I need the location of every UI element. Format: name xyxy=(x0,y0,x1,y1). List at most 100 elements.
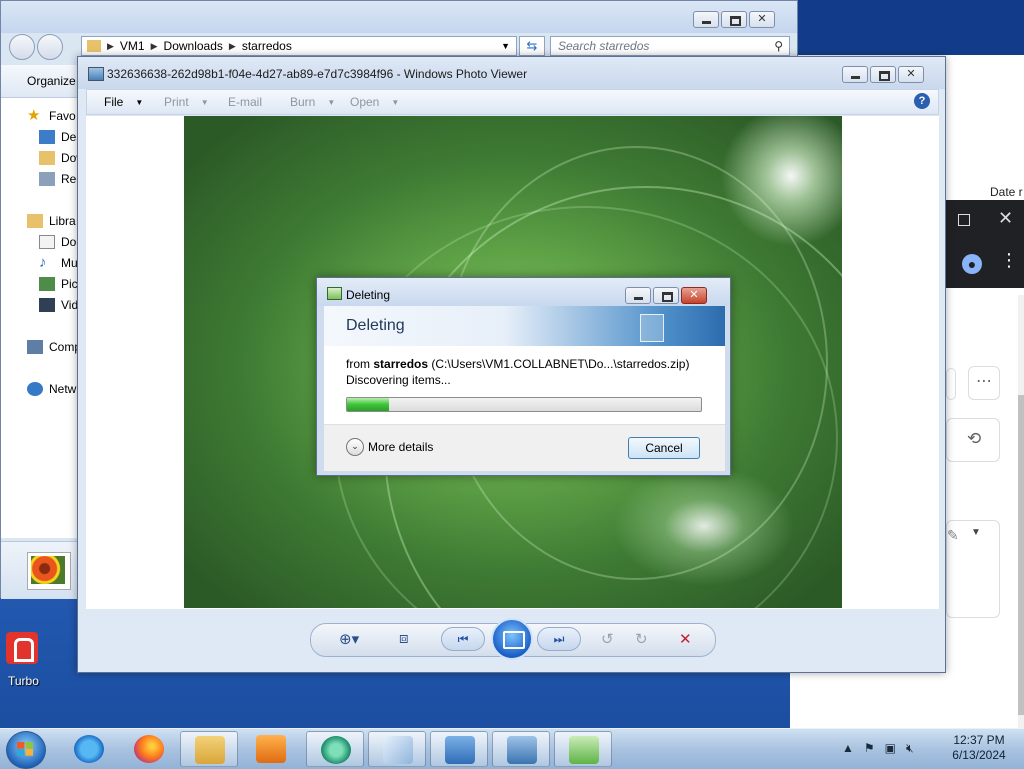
history-button[interactable]: ⟲ xyxy=(946,418,1000,462)
close-icon[interactable] xyxy=(681,287,707,304)
caret-down-icon: ▼ xyxy=(327,97,336,107)
show-hidden-icons-icon[interactable]: ▲ xyxy=(842,741,854,756)
videos-icon xyxy=(39,298,55,312)
start-button[interactable] xyxy=(6,731,46,769)
taskbar-media-player[interactable] xyxy=(242,731,300,767)
chevron-right-icon[interactable]: ▶ xyxy=(229,41,236,52)
nav-item-libraries[interactable]: Libra xyxy=(27,211,76,231)
taskbar-firefox[interactable] xyxy=(120,731,178,767)
forward-button[interactable] xyxy=(37,34,63,60)
taskbar-app-green[interactable] xyxy=(306,731,364,767)
kebab-menu-icon[interactable]: ⋮ xyxy=(1000,250,1018,271)
source-name: starredos xyxy=(373,357,429,371)
app-shortcut-icon xyxy=(6,632,38,664)
search-input[interactable]: Search starredos ⚲ xyxy=(550,36,790,56)
browser-dark-toolbar: ✕ ● ⋮ xyxy=(946,200,1024,288)
search-icon[interactable]: ⚲ xyxy=(774,37,783,55)
recycle-bin-icon xyxy=(640,314,664,342)
minimize-icon[interactable] xyxy=(693,11,719,28)
address-dropdown-icon[interactable]: ▼ xyxy=(501,41,510,51)
print-menu[interactable]: Print ▼ xyxy=(164,95,209,109)
nav-item-desktop[interactable]: Des xyxy=(39,127,82,147)
date-column-header[interactable]: Date r xyxy=(990,185,1023,199)
maximize-icon[interactable] xyxy=(958,214,970,226)
computer-icon xyxy=(27,340,43,354)
window-title: 332636638-262d98b1-f04e-4d27-ab89-e7d7c3… xyxy=(107,67,528,81)
nav-item-network[interactable]: Netw xyxy=(27,379,76,399)
slideshow-button[interactable] xyxy=(491,618,533,660)
previous-button[interactable]: ⏮ xyxy=(441,627,485,651)
help-icon[interactable]: ? xyxy=(914,93,930,109)
chevron-down-icon: ⌄ xyxy=(346,438,364,456)
browser-scrollbar-thumb[interactable] xyxy=(1018,395,1024,715)
more-details-toggle[interactable]: ⌄ More details xyxy=(346,438,433,456)
rotate-right-icon[interactable]: ↻ xyxy=(635,630,648,648)
account-avatar-icon[interactable]: ● xyxy=(962,254,982,274)
downloads-icon xyxy=(39,151,55,165)
photo-viewer-window-controls xyxy=(842,66,924,83)
burn-menu[interactable]: Burn ▼ xyxy=(290,95,335,109)
maximize-icon[interactable] xyxy=(721,11,747,28)
chevron-right-icon[interactable]: ▶ xyxy=(151,41,158,52)
next-button[interactable]: ⏭ xyxy=(537,627,581,651)
organize-button[interactable]: Organize xyxy=(27,74,76,88)
action-center-flag-icon[interactable]: ⚑ xyxy=(864,741,875,756)
folder-icon xyxy=(195,736,225,764)
delete-icon[interactable]: ✕ xyxy=(679,630,692,648)
maximize-icon[interactable] xyxy=(653,287,679,304)
nav-item-recent[interactable]: Rec xyxy=(39,169,82,189)
clock-date: 6/13/2024 xyxy=(952,748,1006,762)
nav-item-music[interactable]: ♪ Mu xyxy=(39,253,78,273)
cancel-button[interactable]: Cancel xyxy=(628,437,700,459)
taskbar-file-operation[interactable] xyxy=(554,731,612,767)
open-menu[interactable]: Open ▼ xyxy=(350,95,399,109)
nav-item-videos[interactable]: Vid xyxy=(39,295,78,315)
maximize-icon[interactable] xyxy=(870,66,896,83)
taskbar-explorer[interactable] xyxy=(180,731,238,767)
file-operation-icon xyxy=(569,736,599,764)
refresh-button[interactable]: ⇆ xyxy=(519,36,545,56)
taskbar-internet-explorer[interactable] xyxy=(60,731,118,767)
email-menu[interactable]: E-mail xyxy=(228,95,262,109)
actual-size-icon[interactable]: ⧈ xyxy=(399,630,409,647)
close-icon[interactable] xyxy=(749,11,775,28)
progress-bar xyxy=(346,397,702,412)
close-icon[interactable] xyxy=(898,66,924,83)
photo-viewer-icon xyxy=(507,736,537,764)
explorer-titlebar[interactable] xyxy=(1,1,797,33)
caret-down-icon: ▼ xyxy=(391,97,400,107)
nav-item-computer[interactable]: Comp xyxy=(27,337,81,357)
rotate-left-icon[interactable]: ↺ xyxy=(601,630,614,648)
desktop-shortcut[interactable]: Turbo xyxy=(0,632,42,702)
taskbar-clock[interactable]: 12:37 PM 6/13/2024 xyxy=(944,733,1014,763)
taskbar-app-notepad[interactable] xyxy=(368,731,426,767)
more-horizontal-icon: ⋯ xyxy=(976,373,992,390)
notepad-icon xyxy=(383,736,413,764)
nav-item-pictures[interactable]: Pict xyxy=(39,274,81,294)
next-icon: ⏭ xyxy=(553,632,565,646)
nav-item-favorites[interactable]: ★ Favo xyxy=(27,106,76,126)
minimize-icon[interactable] xyxy=(842,66,868,83)
file-thumbnail[interactable] xyxy=(27,552,71,590)
more-options-button[interactable]: ⋯ xyxy=(968,366,1000,400)
app-play-icon xyxy=(321,736,351,764)
minimize-icon[interactable] xyxy=(625,287,651,304)
close-icon[interactable]: ✕ xyxy=(998,208,1013,229)
network-tray-icon[interactable]: ▣ xyxy=(885,741,896,756)
address-bar[interactable]: ▶ VM1 ▶ Downloads ▶ starredos ▼ xyxy=(81,36,517,56)
network-icon xyxy=(27,382,43,396)
file-menu[interactable]: File ▼ xyxy=(104,95,143,109)
chevron-down-icon[interactable]: ▼ xyxy=(971,527,981,538)
taskbar-app-control[interactable] xyxy=(430,731,488,767)
back-forward-buttons xyxy=(9,34,67,60)
recent-icon xyxy=(39,172,55,186)
browser-card xyxy=(946,368,956,400)
source-path: (C:\Users\VM1.COLLABNET\Do...\starredos.… xyxy=(431,357,690,371)
zoom-icon[interactable]: ⊕▾ xyxy=(339,630,359,648)
back-button[interactable] xyxy=(9,34,35,60)
taskbar-photo-viewer[interactable] xyxy=(492,731,550,767)
nav-item-documents[interactable]: Doc xyxy=(39,232,82,252)
pencil-icon[interactable]: ✎ xyxy=(947,527,959,544)
chevron-right-icon[interactable]: ▶ xyxy=(107,41,114,52)
volume-muted-icon[interactable]: 🔇︎ xyxy=(906,741,914,756)
